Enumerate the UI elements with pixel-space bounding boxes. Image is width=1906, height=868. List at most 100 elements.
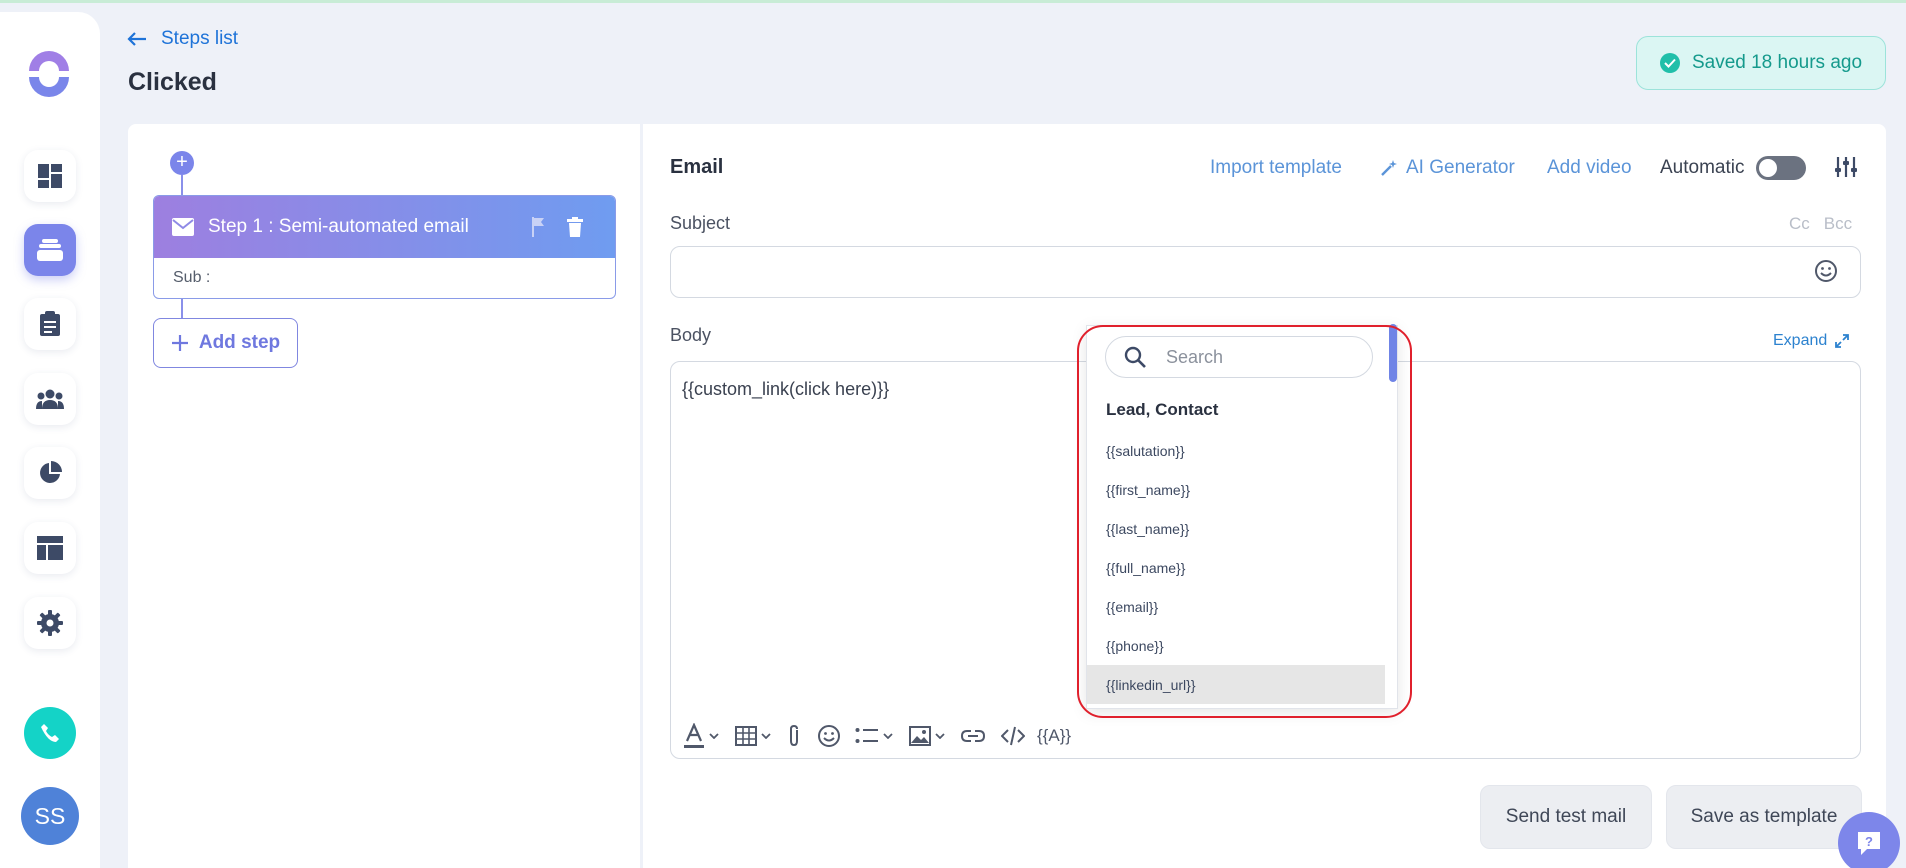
sidebar-item-settings[interactable]: [24, 597, 76, 649]
link-button[interactable]: [961, 722, 985, 750]
layout-icon: [37, 536, 63, 560]
flag-icon[interactable]: [531, 217, 545, 237]
pie-chart-icon: [40, 461, 62, 483]
paperclip-icon: [790, 724, 798, 747]
code-icon: [1001, 726, 1025, 746]
add-step-button[interactable]: Add step: [153, 318, 298, 368]
table-icon: [735, 726, 757, 746]
plus-icon: [171, 335, 188, 351]
automatic-toggle[interactable]: [1756, 156, 1806, 180]
dashboard-icon: [38, 164, 62, 188]
save-as-template-button[interactable]: Save as template: [1666, 785, 1862, 849]
saved-status-badge: Saved 18 hours ago: [1636, 36, 1886, 90]
link-icon: [961, 730, 985, 742]
image-icon: [909, 726, 931, 746]
sidebar-item-contacts[interactable]: [24, 373, 76, 425]
chevron-down-icon: [933, 733, 947, 739]
variables-dropdown: Lead, Contact {{salutation}} {{first_nam…: [1086, 325, 1398, 709]
body-text[interactable]: {{custom_link(click here)}}: [682, 379, 889, 400]
mail-icon: [172, 218, 194, 236]
step-connector-bottom: [181, 299, 183, 318]
email-type-label: Email: [670, 156, 724, 178]
toggle-knob: [1759, 159, 1777, 177]
call-button[interactable]: [24, 707, 76, 759]
cc-link[interactable]: Cc: [1789, 214, 1810, 234]
list-button[interactable]: [855, 722, 895, 750]
step-card[interactable]: Step 1 : Semi-automated email Sub :: [153, 195, 616, 299]
emoji-button[interactable]: [817, 722, 841, 750]
variable-item-salutation[interactable]: {{salutation}}: [1087, 431, 1385, 470]
check-circle-icon: [1659, 53, 1680, 73]
font-color-icon: [684, 723, 704, 748]
variable-item-email[interactable]: {{email}}: [1087, 587, 1385, 626]
expand-button[interactable]: Expand: [1773, 332, 1850, 350]
import-template-link[interactable]: Import template: [1210, 157, 1342, 179]
add-step-above-button[interactable]: +: [170, 151, 194, 175]
sidebar-item-dashboard[interactable]: [24, 150, 76, 202]
insert-variable-button[interactable]: {{A}}: [1037, 722, 1071, 750]
help-chat-button[interactable]: ?: [1838, 812, 1900, 868]
automatic-label: Automatic: [1660, 157, 1745, 178]
bcc-link[interactable]: Bcc: [1824, 214, 1852, 234]
variable-item-linkedin-url[interactable]: {{linkedin_url}}: [1087, 665, 1385, 704]
body-label: Body: [670, 325, 712, 345]
expand-label: Expand: [1773, 332, 1828, 349]
variable-item-first-name[interactable]: {{first_name}}: [1087, 470, 1385, 509]
magic-wand-icon: [1381, 160, 1397, 176]
back-to-steps-link[interactable]: Steps list: [127, 28, 238, 50]
step-subject: Sub :: [173, 269, 211, 286]
image-button[interactable]: [909, 722, 947, 750]
sidebar-item-reports[interactable]: [24, 447, 76, 499]
table-button[interactable]: [735, 722, 773, 750]
phone-icon: [41, 724, 59, 742]
avatar[interactable]: SS: [21, 787, 79, 845]
subject-input[interactable]: [670, 246, 1861, 298]
add-video-link[interactable]: Add video: [1547, 157, 1632, 179]
attachment-button[interactable]: [787, 722, 801, 750]
sliders-icon[interactable]: [1835, 157, 1857, 182]
editor-toolbar: {{A}}: [683, 722, 1071, 750]
search-icon: [1124, 346, 1146, 368]
svg-text:?: ?: [1865, 834, 1873, 849]
trash-icon[interactable]: [567, 217, 583, 237]
variable-search-input[interactable]: [1166, 346, 1336, 368]
subject-label: Subject: [670, 213, 731, 233]
sidebar-item-tasks[interactable]: [24, 298, 76, 350]
chevron-down-icon: [759, 733, 773, 739]
step-connector-top: [181, 175, 183, 195]
ai-generator-link[interactable]: AI Generator: [1380, 157, 1515, 179]
sidebar-item-sequences[interactable]: [24, 224, 76, 276]
clipboard-icon: [40, 311, 60, 336]
dropdown-scrollbar[interactable]: [1389, 324, 1397, 382]
font-color-button[interactable]: [683, 722, 721, 750]
chevron-down-icon: [707, 733, 721, 739]
variable-search[interactable]: [1105, 336, 1373, 378]
help-chat-icon: ?: [1858, 832, 1880, 855]
chevron-down-icon: [881, 733, 895, 739]
back-label: Steps list: [161, 28, 239, 49]
list-icon: [855, 728, 878, 743]
variable-item-phone[interactable]: {{phone}}: [1087, 626, 1385, 665]
top-accent-line: [0, 0, 1906, 3]
add-step-label: Add step: [198, 332, 281, 353]
variable-group-label: Lead, Contact: [1106, 400, 1219, 419]
page-title: Clicked: [128, 68, 217, 96]
stack-icon: [37, 239, 63, 261]
variable-item-last-name[interactable]: {{last_name}}: [1087, 509, 1385, 548]
code-button[interactable]: [1001, 722, 1025, 750]
expand-icon: [1835, 334, 1850, 348]
emoji-icon[interactable]: [1814, 259, 1838, 288]
step-header: Step 1 : Semi-automated email: [154, 196, 615, 258]
arrow-left-icon: [127, 32, 146, 46]
ai-generator-label: AI Generator: [1406, 157, 1515, 178]
step-title: Step 1 : Semi-automated email: [208, 216, 469, 237]
sidebar-item-templates[interactable]: [24, 522, 76, 574]
users-icon: [36, 389, 64, 409]
logo-icon[interactable]: [25, 50, 73, 98]
saved-status-text: Saved 18 hours ago: [1691, 52, 1863, 73]
gear-icon: [37, 610, 63, 636]
emoji-icon: [818, 725, 840, 747]
cc-bcc-links: Cc Bcc: [1789, 214, 1852, 234]
variable-item-full-name[interactable]: {{full_name}}: [1087, 548, 1385, 587]
send-test-mail-button[interactable]: Send test mail: [1480, 785, 1652, 849]
